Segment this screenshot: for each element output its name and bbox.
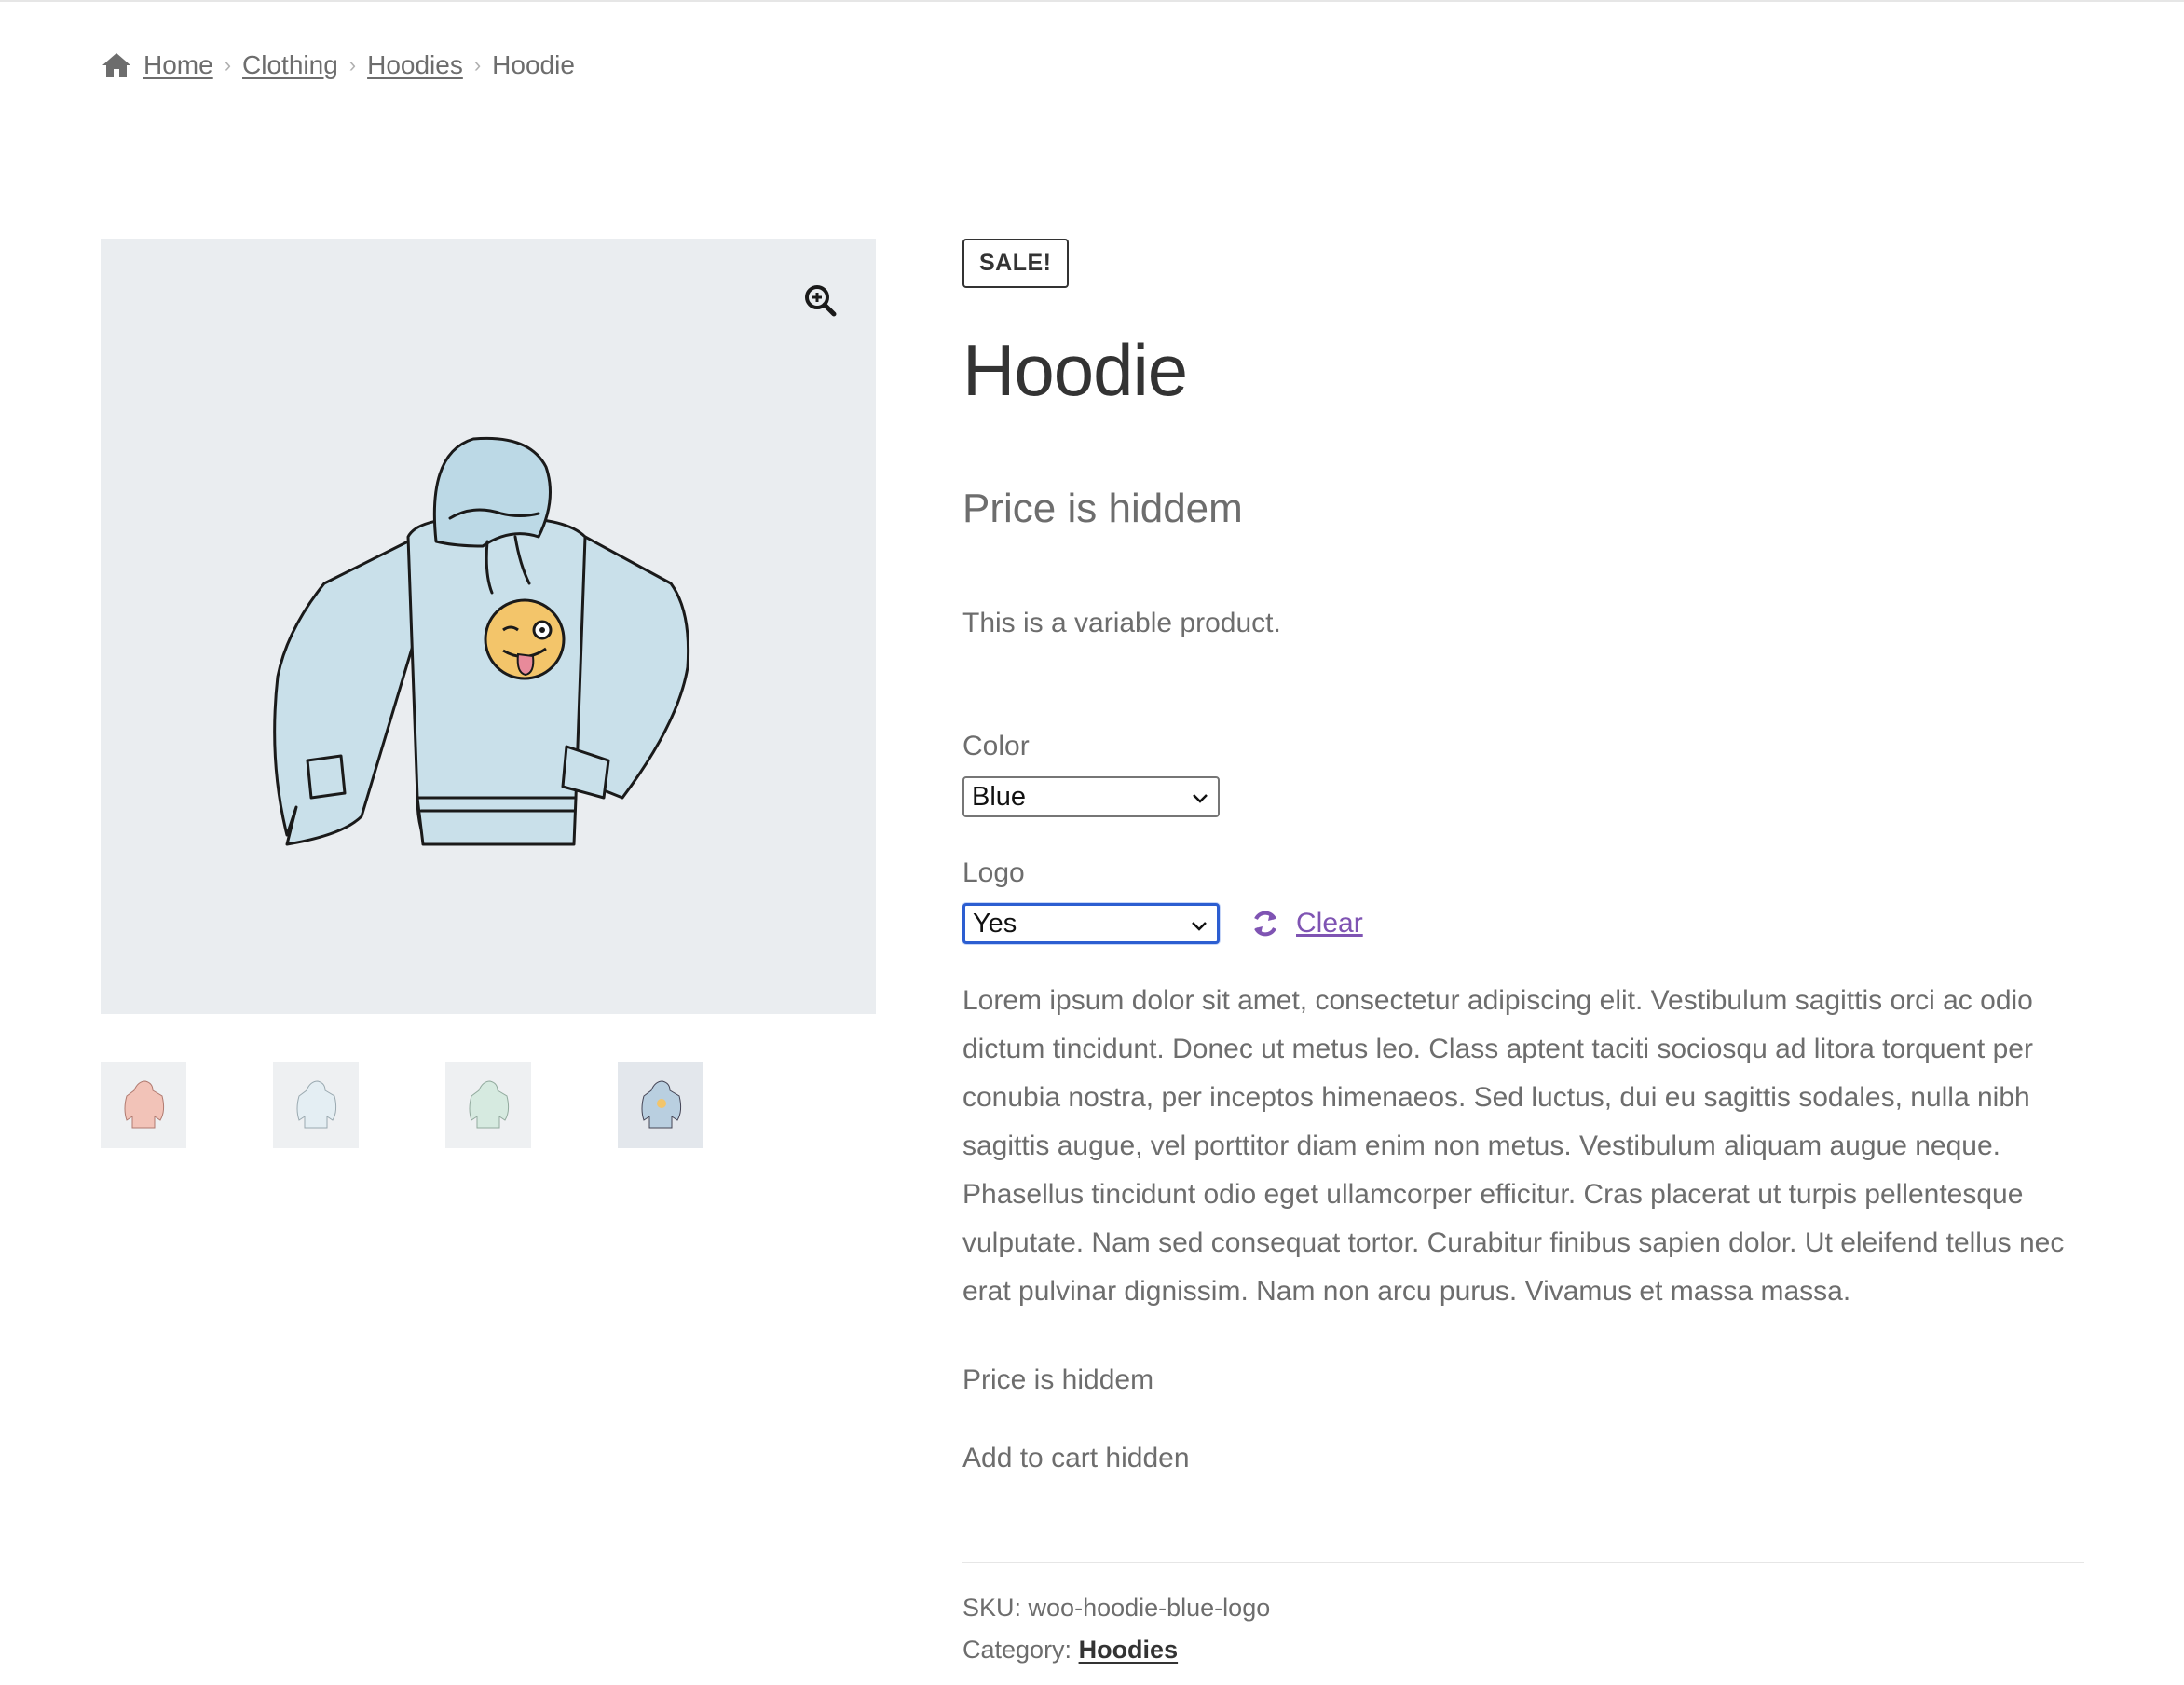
clear-selection-link[interactable]: Clear <box>1249 902 1363 945</box>
zoom-in-icon <box>805 285 837 317</box>
variation-price: Price is hiddem <box>962 1364 1154 1395</box>
category-link[interactable]: Hoodies <box>1079 1636 1179 1664</box>
logo-label: Logo <box>962 857 1025 888</box>
add-to-cart-hidden-notice: Add to cart hidden <box>962 1443 1190 1473</box>
short-description: This is a variable product. <box>962 608 1281 638</box>
home-icon <box>102 53 130 77</box>
sku-value: woo-hoodie-blue-logo <box>1028 1594 1271 1622</box>
thumbnail-hoodie-green[interactable] <box>445 1062 531 1148</box>
color-select[interactable]: Blue <box>962 776 1220 817</box>
top-border <box>0 0 2184 2</box>
product-price: Price is hiddem <box>962 486 1243 531</box>
chevron-right-icon: › <box>224 53 232 76</box>
chevron-right-icon: › <box>473 53 482 76</box>
sku-label: SKU: <box>962 1594 1022 1622</box>
chevron-right-icon: › <box>348 53 357 76</box>
product-description: Lorem ipsum dolor sit amet, consectetur … <box>962 985 2065 1307</box>
chevron-down-icon <box>1192 922 1207 931</box>
breadcrumb-current: Hoodie <box>492 50 575 79</box>
divider <box>962 1562 2084 1563</box>
refresh-icon <box>1254 911 1276 937</box>
color-select-value: Blue <box>972 781 1027 812</box>
product-summary: SALE! Hoodie Price is hiddem This is a v… <box>962 239 2084 1664</box>
product-sku: SKU: woo-hoodie-blue-logo <box>962 1594 1270 1623</box>
breadcrumb-clothing-link[interactable]: Clothing <box>242 50 338 80</box>
category-label: Category: <box>962 1636 1072 1664</box>
zoom-button[interactable] <box>790 270 850 330</box>
thumbnail-hoodie-blue-logo[interactable] <box>618 1062 703 1148</box>
thumbnail-hoodie-pink[interactable] <box>101 1062 186 1148</box>
breadcrumb: Home › Clothing › Hoodies › Hoodie <box>101 47 575 84</box>
breadcrumb-hoodies-link[interactable]: Hoodies <box>367 50 463 80</box>
color-label: Color <box>962 731 1030 761</box>
logo-select-value: Yes <box>973 908 1017 938</box>
logo-select[interactable]: Yes <box>962 903 1220 944</box>
winking-emoji-icon <box>484 598 566 680</box>
product-title: Hoodie <box>962 329 1188 411</box>
sale-badge: SALE! <box>962 239 1069 288</box>
product-category: Category: Hoodies <box>962 1636 1178 1664</box>
hoodie-illustration <box>273 436 690 846</box>
chevron-down-icon <box>1193 794 1208 803</box>
thumbnail-hoodie-light-blue[interactable] <box>273 1062 359 1148</box>
breadcrumb-home-link[interactable]: Home <box>143 50 213 80</box>
product-main-image[interactable] <box>101 239 876 1014</box>
clear-label: Clear <box>1296 908 1363 938</box>
